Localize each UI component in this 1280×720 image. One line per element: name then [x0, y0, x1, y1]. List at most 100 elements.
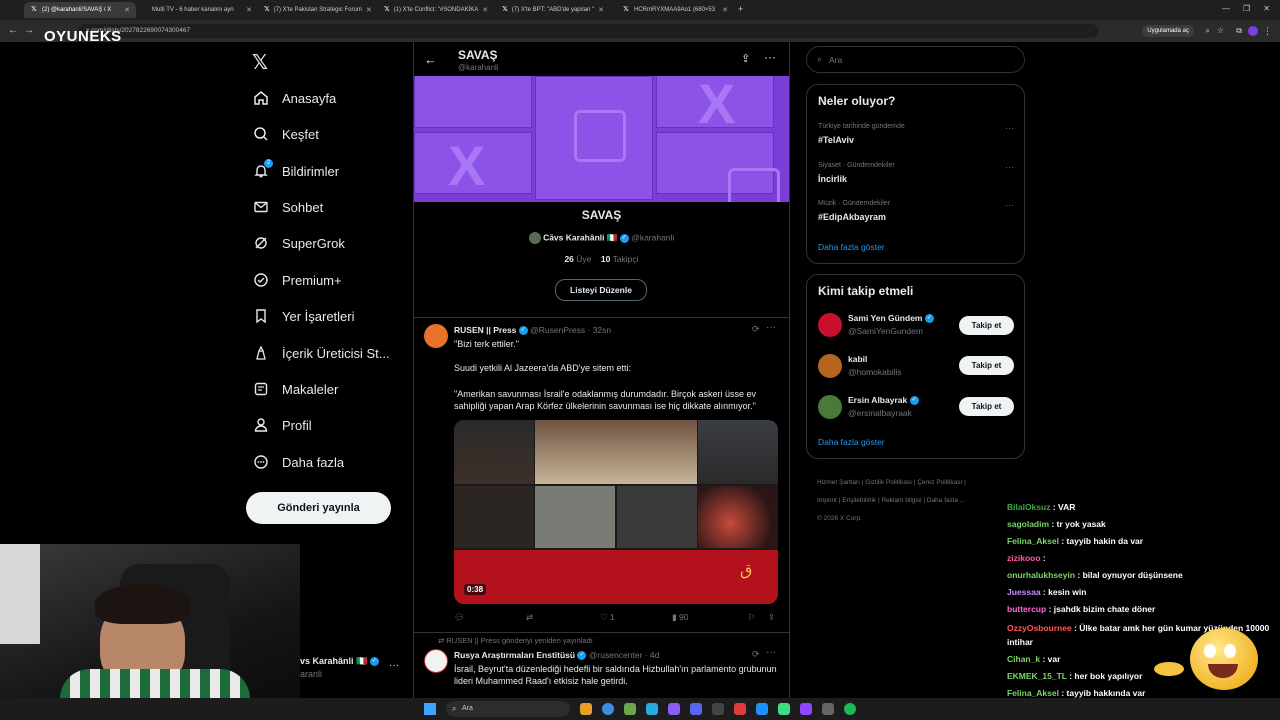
- sidebar-item-creator-studio[interactable]: İçerik Üreticisi St...: [252, 342, 390, 364]
- back-icon[interactable]: ←: [8, 25, 18, 37]
- avatar[interactable]: [818, 313, 842, 337]
- browser-tab[interactable]: 𝕏 HCRmRYXMAA9Ao1 (680×53 ✕: [616, 2, 734, 18]
- chrome-icon[interactable]: [602, 703, 614, 715]
- url-field[interactable]: x.com/i/lists/2027822690074300467: [78, 24, 1098, 38]
- chat-username[interactable]: zizikooo: [1007, 553, 1041, 563]
- account-more-icon[interactable]: ···: [389, 660, 399, 671]
- trend-more-icon[interactable]: ···: [1005, 162, 1014, 172]
- chat-username[interactable]: Felina_Aksel: [1007, 536, 1059, 546]
- footer-link[interactable]: Imprint: [817, 497, 837, 504]
- chat-username[interactable]: BilalOksuz: [1007, 502, 1050, 512]
- sidebar-item-home[interactable]: Anasayfa: [252, 87, 336, 109]
- browser-tab[interactable]: 𝕏 (1) X'te Conflict: "#SONDAKİKA ✕: [378, 2, 490, 18]
- close-tab-icon[interactable]: ✕: [366, 6, 372, 14]
- sidebar-item-more[interactable]: Daha fazla: [252, 451, 344, 473]
- sidebar-item-premium[interactable]: Premium+: [252, 269, 342, 291]
- trend-name[interactable]: #EdipAkbayram: [818, 212, 886, 222]
- browser-tab[interactable]: 𝕏 (2) @karahanli/SAVAŞ / X ✕: [24, 2, 136, 18]
- app-icon[interactable]: [624, 703, 636, 715]
- twitch-icon[interactable]: [800, 703, 812, 715]
- grok-icon[interactable]: ⟳: [752, 324, 760, 335]
- chat-username[interactable]: Felina_Aksel: [1007, 688, 1059, 698]
- browser-tab[interactable]: 𝕏 (7) X'te Pakistan Strategic Forum ✕: [258, 2, 372, 18]
- close-tab-icon[interactable]: ✕: [482, 6, 488, 14]
- sidebar-item-explore[interactable]: Keşfet: [252, 123, 319, 145]
- extensions-icon[interactable]: ⧉: [1236, 25, 1242, 37]
- close-tab-icon[interactable]: ✕: [124, 6, 130, 14]
- back-icon[interactable]: ←: [424, 52, 437, 67]
- tweet-more-icon[interactable]: ···: [766, 322, 776, 333]
- app-icon[interactable]: [712, 703, 724, 715]
- edit-list-button[interactable]: Listeyi Düzenle: [555, 279, 647, 301]
- restore-icon[interactable]: ❐: [1243, 4, 1250, 13]
- app-icon[interactable]: [668, 703, 680, 715]
- chat-username[interactable]: Juessaa: [1007, 587, 1041, 597]
- share-icon[interactable]: ⇪: [741, 52, 750, 65]
- suggested-user-name[interactable]: Ersin Albayrak ✓: [848, 395, 919, 406]
- chat-username[interactable]: onurhalukhseyin: [1007, 570, 1075, 580]
- reply-icon[interactable]: 💬︎: [454, 612, 465, 623]
- trend-name[interactable]: İncirlik: [818, 174, 847, 184]
- sidebar-item-notifications[interactable]: 2 Bildirimler: [252, 159, 339, 182]
- chat-username[interactable]: EKMEK_15_TL: [1007, 671, 1067, 681]
- chat-username[interactable]: buttercup: [1007, 604, 1046, 614]
- browser-tab[interactable]: 𝕏 (7) X'te BPT: "ABD'de yapılan " ✕: [496, 2, 610, 18]
- close-tab-icon[interactable]: ✕: [722, 6, 728, 14]
- taskbar-search[interactable]: ⌕ Ara: [446, 701, 570, 717]
- x-logo-icon[interactable]: 𝕏: [252, 50, 268, 75]
- follow-button[interactable]: Takip et: [959, 356, 1014, 375]
- footer-link[interactable]: Erişilebilirlik: [842, 497, 876, 504]
- account-name[interactable]: vs Karahânli 🇮🇹 ✓: [300, 656, 379, 667]
- like-icon[interactable]: ♡ 1: [600, 612, 615, 623]
- search-input[interactable]: ⌕ Ara: [806, 46, 1025, 73]
- app-icon[interactable]: [756, 703, 768, 715]
- avatar[interactable]: [424, 649, 448, 673]
- spotify-icon[interactable]: [844, 703, 856, 715]
- avatar[interactable]: [818, 354, 842, 378]
- avatar[interactable]: [424, 324, 448, 348]
- sidebar-item-profile[interactable]: Profil: [252, 414, 312, 436]
- close-tab-icon[interactable]: ✕: [246, 6, 252, 14]
- footer-link[interactable]: Hizmet Şartları: [817, 479, 860, 486]
- suggested-user-name[interactable]: Sami Yen Gündem ✓: [848, 313, 934, 324]
- views-icon[interactable]: ▮ 90: [672, 612, 689, 623]
- close-tab-icon[interactable]: ✕: [598, 6, 604, 14]
- suggested-user-name[interactable]: kabil: [848, 354, 867, 364]
- sidebar-item-messages[interactable]: Sohbet: [252, 196, 323, 218]
- app-icon[interactable]: [734, 703, 746, 715]
- footer-link[interactable]: Çerez Politikası: [917, 479, 962, 486]
- open-in-app-button[interactable]: Uygulamada aç: [1142, 25, 1194, 37]
- bookmark-icon[interactable]: ⚐: [748, 612, 756, 623]
- sidebar-item-articles[interactable]: Makaleler: [252, 378, 338, 400]
- post-button[interactable]: Gönderi yayınla: [246, 492, 391, 524]
- new-tab-icon[interactable]: +: [738, 4, 743, 14]
- footer-link[interactable]: Daha fazla ...: [927, 497, 965, 504]
- footer-link[interactable]: Reklam bilgisi: [881, 497, 921, 504]
- follow-button[interactable]: Takip et: [959, 316, 1014, 335]
- discord-icon[interactable]: [690, 703, 702, 715]
- chat-username[interactable]: Cihan_k: [1007, 654, 1040, 664]
- video-player[interactable]: 0:38 ﻕ: [454, 420, 778, 604]
- windows-start-icon[interactable]: [424, 703, 436, 715]
- list-owner[interactable]: Cāvs Karahânli 🇮🇹 ✓ @karahanli: [414, 232, 789, 244]
- app-icon[interactable]: [778, 703, 790, 715]
- share-icon[interactable]: ⇪: [768, 612, 775, 623]
- forward-icon[interactable]: →: [24, 25, 34, 37]
- file-explorer-icon[interactable]: [580, 703, 592, 715]
- sidebar-item-supergrok[interactable]: SuperGrok: [252, 232, 345, 254]
- follow-button[interactable]: Takip et: [959, 397, 1014, 416]
- zoom-icon[interactable]: ⌕: [1206, 25, 1210, 37]
- browser-tab[interactable]: Multi TV - 6 haber kanalını ayn ✕: [146, 2, 258, 18]
- avatar[interactable]: [818, 395, 842, 419]
- profile-avatar[interactable]: [1248, 26, 1258, 36]
- browser-menu-icon[interactable]: ⋮: [1263, 25, 1272, 37]
- sidebar-item-bookmarks[interactable]: Yer İşaretleri: [252, 305, 355, 327]
- trend-name[interactable]: #TelAviv: [818, 135, 854, 145]
- close-window-icon[interactable]: ✕: [1263, 4, 1270, 13]
- repost-icon[interactable]: ⇄: [526, 612, 533, 623]
- chat-username[interactable]: sagoladim: [1007, 519, 1049, 529]
- chat-username[interactable]: OzzyOsbournee: [1007, 623, 1072, 633]
- more-icon[interactable]: ···: [764, 50, 776, 64]
- show-more-link[interactable]: Daha fazla göster: [818, 242, 885, 252]
- trend-more-icon[interactable]: ···: [1005, 123, 1014, 133]
